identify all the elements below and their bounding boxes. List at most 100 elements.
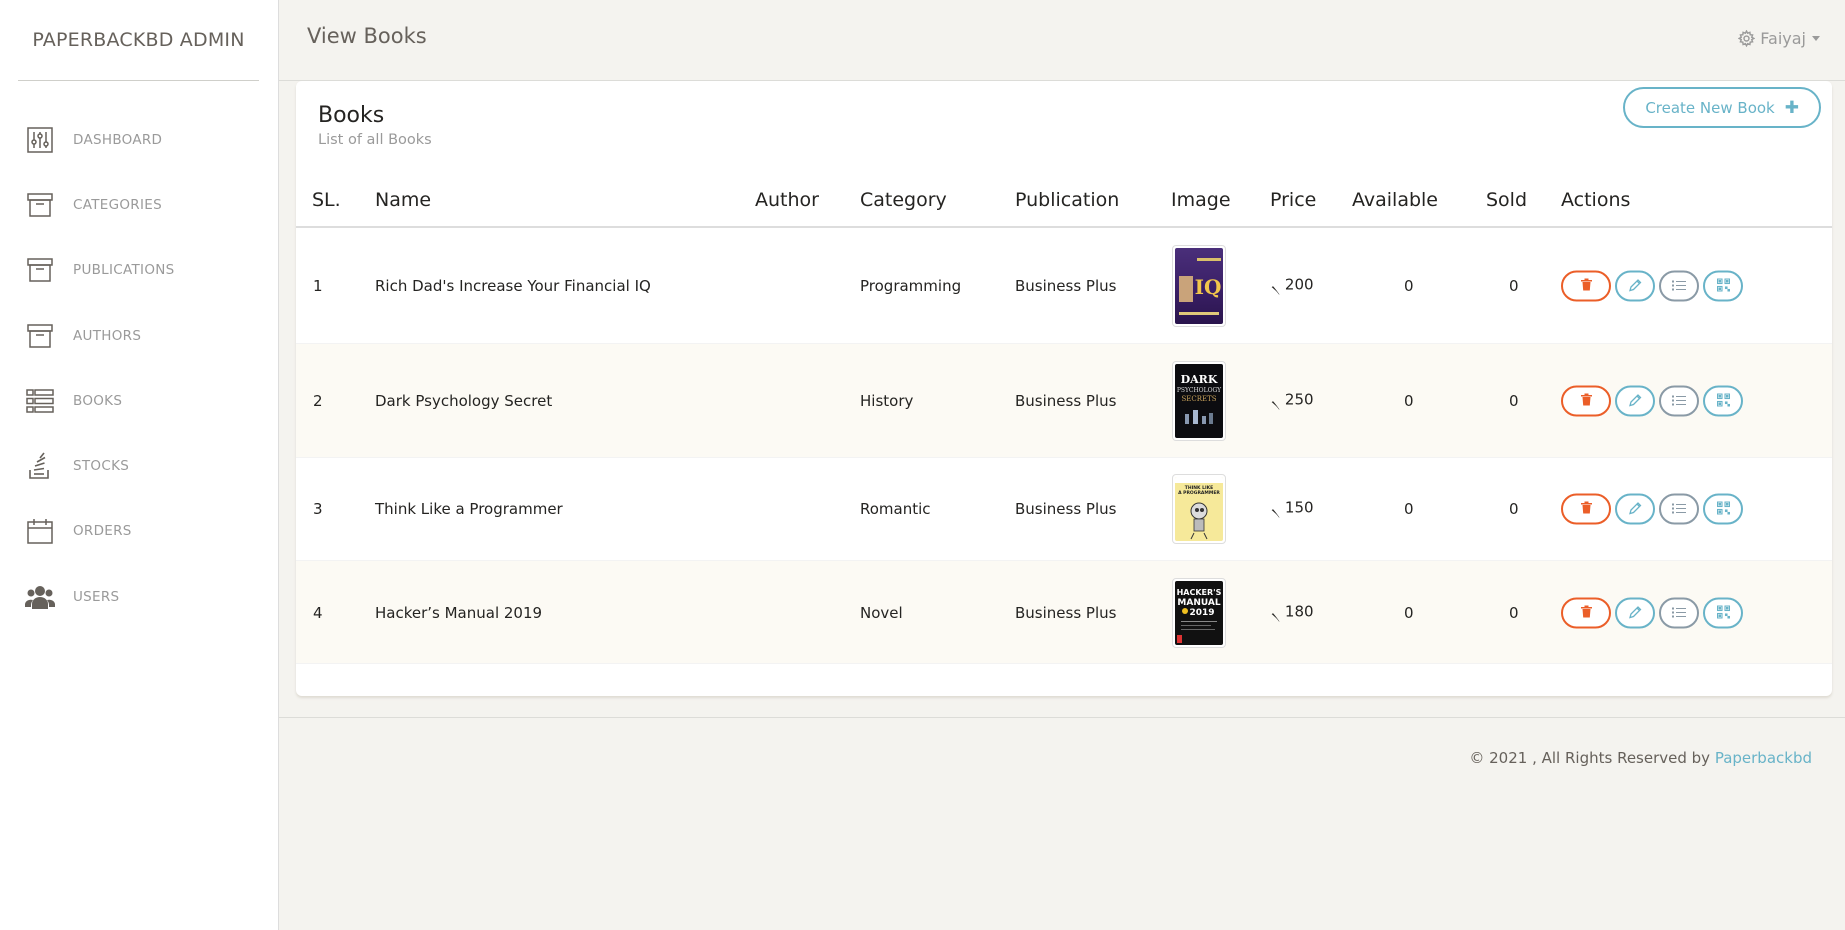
brand-logo-text[interactable]: PAPERBACKBD ADMIN	[32, 29, 244, 51]
archive-icon	[25, 321, 55, 351]
edit-button[interactable]	[1615, 270, 1655, 302]
brand[interactable]: PAPERBACKBD ADMIN	[18, 0, 259, 81]
users-icon	[25, 582, 55, 612]
pencil-icon	[1628, 501, 1642, 517]
sidebar-item-orders[interactable]: ORDERS	[0, 499, 278, 564]
sliders-icon	[25, 125, 55, 155]
svg-text:IQ: IQ	[1195, 275, 1222, 299]
table-row: 1 Rich Dad's Increase Your Financial IQ …	[296, 228, 1832, 344]
delete-button[interactable]	[1561, 270, 1611, 302]
trash-icon	[1580, 278, 1592, 294]
sidebar-nav: DASHBOARD CATEGORIES PUBLICATIONS AUTHOR…	[0, 107, 278, 629]
cover-hackers-manual-image: HACKER'S MANUAL 2019	[1175, 581, 1223, 645]
column-header-image: Image	[1171, 189, 1231, 211]
sidebar-item-label: AUTHORS	[73, 327, 142, 344]
table-row: 4 Hacker’s Manual 2019 Novel Business Pl…	[296, 561, 1832, 664]
cell-name: Rich Dad's Increase Your Financial IQ	[375, 277, 651, 295]
cell-price: ৲ 150	[1271, 498, 1314, 517]
cell-category: Programming	[860, 277, 962, 295]
sidebar-item-label: STOCKS	[73, 458, 130, 475]
cell-publication: Business Plus	[1015, 604, 1117, 622]
svg-text:A PROGRAMMER: A PROGRAMMER	[1178, 490, 1220, 496]
user-name: Faiyaj	[1760, 29, 1806, 48]
sidebar-item-authors[interactable]: AUTHORS	[0, 303, 278, 368]
list-icon	[1672, 394, 1686, 409]
details-button[interactable]	[1659, 385, 1699, 417]
svg-text:MANUAL: MANUAL	[1177, 598, 1220, 608]
qrcode-icon	[1716, 392, 1730, 409]
book-cover-thumbnail[interactable]: DARK PSYCHOLOGY SECRETS	[1172, 361, 1226, 441]
book-cover-thumbnail[interactable]: THINK LIKE A PROGRAMMER	[1172, 474, 1226, 544]
cell-category: History	[860, 392, 914, 410]
pencil-icon	[1628, 393, 1642, 409]
card-title: Books	[318, 103, 385, 128]
sidebar-item-label: BOOKS	[73, 392, 123, 409]
cell-sold: 0	[1509, 392, 1519, 410]
details-button[interactable]	[1659, 270, 1699, 302]
cell-publication: Business Plus	[1015, 392, 1117, 410]
cell-name: Hacker’s Manual 2019	[375, 604, 543, 622]
details-button[interactable]	[1659, 493, 1699, 525]
footer: © 2021 , All Rights Reserved by Paperbac…	[1469, 749, 1812, 767]
sidebar-item-label: DASHBOARD	[73, 131, 163, 148]
book-cover-thumbnail[interactable]: IQ	[1172, 245, 1226, 327]
barcode-button[interactable]	[1703, 493, 1743, 525]
book-cover-thumbnail[interactable]: HACKER'S MANUAL 2019	[1172, 578, 1226, 648]
caret-down-icon	[1812, 36, 1820, 41]
sidebar-item-stocks[interactable]: STOCKS	[0, 433, 278, 498]
sidebar-item-publications[interactable]: PUBLICATIONS	[0, 238, 278, 303]
user-menu-dropdown[interactable]: Faiyaj	[1738, 29, 1820, 48]
delete-button[interactable]	[1561, 597, 1611, 629]
barcode-button[interactable]	[1703, 270, 1743, 302]
plus-icon: ✚	[1784, 97, 1799, 118]
cover-think-like-programmer-image: THINK LIKE A PROGRAMMER	[1175, 477, 1223, 541]
archive-icon	[25, 190, 55, 220]
table-row: 3 Think Like a Programmer Romantic Busin…	[296, 458, 1832, 561]
page-title: View Books	[307, 24, 427, 48]
create-new-book-button[interactable]: Create New Book ✚	[1623, 87, 1821, 128]
list-icon	[1672, 606, 1686, 621]
footer-divider	[279, 717, 1845, 718]
cell-category: Novel	[860, 604, 903, 622]
column-header-category: Category	[860, 189, 947, 211]
cell-sl: 2	[313, 392, 323, 410]
column-header-price: Price	[1270, 189, 1317, 211]
stack-icon	[25, 451, 55, 481]
cell-available: 0	[1404, 392, 1414, 410]
pencil-icon	[1628, 605, 1642, 621]
cell-sold: 0	[1509, 500, 1519, 518]
cell-name: Think Like a Programmer	[375, 500, 563, 518]
details-button[interactable]	[1659, 597, 1699, 629]
cover-rich-dad-image: IQ	[1175, 248, 1223, 324]
cell-publication: Business Plus	[1015, 500, 1117, 518]
list-icon	[25, 386, 55, 416]
cell-sl: 3	[313, 500, 323, 518]
delete-button[interactable]	[1561, 493, 1611, 525]
column-header-author: Author	[755, 189, 819, 211]
sidebar-item-books[interactable]: BOOKS	[0, 368, 278, 433]
sidebar-item-users[interactable]: USERS	[0, 564, 278, 629]
edit-button[interactable]	[1615, 493, 1655, 525]
column-header-publication: Publication	[1015, 189, 1120, 211]
edit-button[interactable]	[1615, 597, 1655, 629]
edit-button[interactable]	[1615, 385, 1655, 417]
delete-button[interactable]	[1561, 385, 1611, 417]
sidebar-item-categories[interactable]: CATEGORIES	[0, 172, 278, 237]
column-header-actions: Actions	[1561, 189, 1631, 211]
cell-sold: 0	[1509, 604, 1519, 622]
svg-text:DARK: DARK	[1181, 373, 1218, 386]
cell-available: 0	[1404, 604, 1414, 622]
svg-text:2019: 2019	[1189, 608, 1214, 618]
footer-copyright: © 2021 , All Rights Reserved by	[1469, 749, 1715, 767]
barcode-button[interactable]	[1703, 385, 1743, 417]
cover-dark-psychology-image: DARK PSYCHOLOGY SECRETS	[1175, 364, 1223, 438]
barcode-button[interactable]	[1703, 597, 1743, 629]
sidebar-item-dashboard[interactable]: DASHBOARD	[0, 107, 278, 172]
row-actions	[1561, 493, 1747, 525]
list-icon	[1672, 279, 1686, 294]
footer-link[interactable]: Paperbackbd	[1715, 749, 1812, 767]
sidebar-item-label: CATEGORIES	[73, 196, 162, 213]
cell-price: ৲ 180	[1271, 602, 1314, 621]
sidebar-item-label: ORDERS	[73, 523, 132, 540]
row-actions	[1561, 270, 1747, 302]
